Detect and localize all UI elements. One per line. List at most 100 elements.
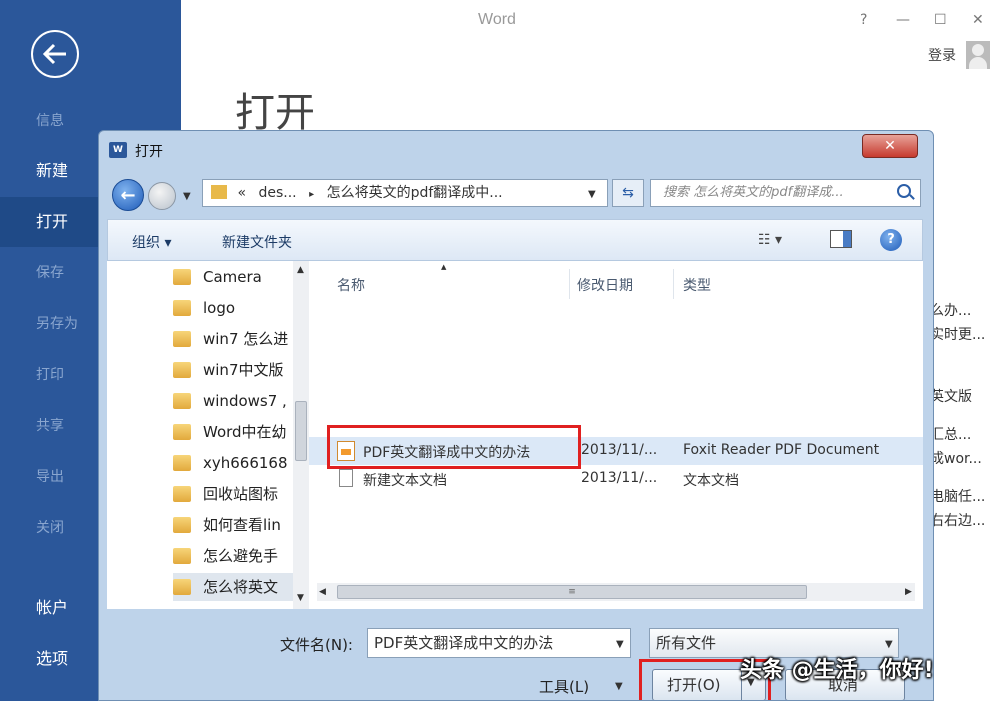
navigation-tree: Camera logo win7 怎么进 win7中文版 windows7 , … [107, 261, 309, 609]
maximize-icon[interactable]: ☐ [934, 12, 947, 28]
folder-icon [173, 300, 191, 316]
tree-folder-label: 回收站图标 [203, 485, 279, 503]
tree-folder-label: 怎么将英文 [203, 578, 279, 596]
file-type: Foxit Reader PDF Document [683, 442, 880, 458]
tree-folder-item[interactable]: logo [173, 294, 293, 322]
breadcrumb-current-folder[interactable]: 怎么将英文的pdf翻译成中... [327, 185, 503, 201]
dialog-close-button[interactable]: ✕ [862, 134, 918, 158]
column-divider[interactable] [569, 269, 570, 299]
folder-icon [173, 269, 191, 285]
folder-icon [173, 424, 191, 440]
tree-folder-label: logo [203, 299, 236, 317]
organize-button[interactable]: 组织 ▾ [132, 232, 171, 252]
app-title: Word [478, 11, 516, 28]
tree-folder-item[interactable]: 怎么避免手 [173, 542, 293, 570]
minimize-icon[interactable]: — [896, 12, 910, 28]
chevron-down-icon[interactable]: ▼ [615, 681, 623, 692]
tree-folder-item-selected[interactable]: 怎么将英文 [173, 573, 293, 601]
tools-button[interactable]: 工具(L) [539, 676, 589, 697]
scroll-down-icon[interactable]: ▼ [297, 593, 304, 603]
tree-folder-item[interactable]: win7中文版 [173, 356, 293, 384]
filename-input[interactable]: PDF英文翻译成中文的办法 [367, 628, 631, 658]
avatar[interactable] [966, 41, 990, 69]
back-arrow-icon[interactable] [31, 30, 79, 78]
chevron-down-icon[interactable]: ▼ [885, 639, 893, 650]
folder-icon [173, 331, 191, 347]
login-link[interactable]: 登录 [928, 45, 956, 65]
file-type: 文本文档 [683, 473, 739, 489]
filename-label: 文件名(N): [280, 636, 353, 654]
folder-icon [173, 486, 191, 502]
chevron-down-icon[interactable]: ▼ [588, 189, 596, 200]
folder-icon [173, 393, 191, 409]
sort-ascending-icon: ▲ [441, 263, 447, 271]
recent-doc-snippet[interactable]: 英文版 [930, 386, 972, 406]
new-folder-button[interactable]: 新建文件夹 [222, 232, 292, 252]
highlight-box [327, 425, 581, 469]
horizontal-scrollbar[interactable]: ≡ [317, 583, 915, 601]
recent-doc-snippet[interactable]: 电脑任... [930, 486, 985, 506]
file-list: 名称 ▲ 修改日期 类型 PDF英文翻译成中文的办法 2013/11/... F… [309, 261, 923, 609]
refresh-icon[interactable]: ⇆ [612, 179, 644, 207]
search-icon[interactable] [897, 184, 911, 198]
search-input[interactable]: 搜索 怎么将英文的pdf翻译成... [650, 179, 921, 207]
address-prefix: « [237, 185, 247, 201]
tree-folder-item[interactable]: Camera [173, 263, 293, 291]
folder-icon [173, 548, 191, 564]
folder-icon [173, 517, 191, 533]
recent-doc-snippet[interactable]: 汇总... [930, 424, 971, 444]
back-arrow-icon[interactable]: ← [112, 179, 144, 211]
chevron-down-icon[interactable]: ▼ [616, 639, 624, 650]
tree-folder-label: xyh666168 [203, 454, 288, 472]
scroll-right-icon[interactable]: ▶ [905, 587, 912, 597]
folder-icon [173, 579, 191, 595]
tree-folder-label: Camera [203, 268, 262, 286]
watermark: 头条 @生活，你好! [740, 658, 934, 683]
text-file-icon [339, 469, 353, 487]
folder-icon [173, 455, 191, 471]
word-app-icon: W [109, 142, 127, 158]
recent-doc-snippet[interactable]: 么办... [930, 300, 971, 320]
tree-folder-item[interactable]: windows7 , [173, 387, 293, 415]
tree-folder-label: windows7 , [203, 392, 287, 410]
tree-folder-item[interactable]: 回收站图标 [173, 480, 293, 508]
tree-folder-label: win7中文版 [203, 361, 284, 379]
open-file-dialog: W 打开 ✕ ← ▼ « des... ▸ 怎么将英文的pdf翻译成中... ▼… [98, 130, 934, 701]
view-options-button[interactable]: ☷ ▾ [758, 232, 782, 248]
breadcrumb-separator[interactable]: ▸ [309, 189, 314, 200]
help-icon[interactable]: ? [880, 229, 902, 251]
scroll-up-icon[interactable]: ▲ [297, 265, 304, 275]
tree-folder-item[interactable]: 如何查看lin [173, 511, 293, 539]
scroll-left-icon[interactable]: ◀ [319, 587, 326, 597]
help-icon[interactable]: ? [860, 12, 867, 28]
address-bar[interactable]: « des... ▸ 怎么将英文的pdf翻译成中... [202, 179, 608, 207]
recent-doc-snippet[interactable]: 成wor... [930, 448, 982, 468]
folder-icon [173, 362, 191, 378]
tree-folder-label: 怎么避免手 [203, 547, 279, 565]
dialog-toolbar: 组织 ▾ 新建文件夹 ☷ ▾ ? [107, 219, 923, 261]
tree-folder-item[interactable]: xyh666168 [173, 449, 293, 477]
file-date: 2013/11/... [581, 442, 658, 458]
dialog-title: 打开 [135, 144, 163, 160]
breadcrumb-desktop[interactable]: des... [258, 185, 296, 201]
preview-pane-icon[interactable] [830, 230, 852, 248]
tree-folder-item[interactable]: win7 怎么进 [173, 325, 293, 353]
tree-folder-label: win7 怎么进 [203, 330, 289, 348]
close-window-icon[interactable]: ✕ [972, 12, 984, 28]
column-header-type[interactable]: 类型 [683, 275, 711, 295]
chevron-down-icon[interactable]: ▼ [183, 191, 191, 202]
tree-scrollbar-thumb[interactable] [295, 401, 307, 461]
forward-arrow-icon[interactable] [148, 182, 176, 210]
recent-doc-snippet[interactable]: 实时更... [930, 324, 985, 344]
column-header-name[interactable]: 名称 [337, 275, 365, 295]
tree-folder-item[interactable]: Word中在幼 [173, 418, 293, 446]
column-divider[interactable] [673, 269, 674, 299]
horizontal-scrollbar-thumb[interactable]: ≡ [337, 585, 807, 599]
tree-folder-label: Word中在幼 [203, 423, 287, 441]
file-date: 2013/11/... [581, 470, 658, 486]
file-name: 新建文本文档 [363, 473, 447, 489]
recent-doc-snippet[interactable]: 右右边... [930, 510, 985, 530]
tree-folder-label: 如何查看lin [203, 516, 281, 534]
file-row[interactable]: 新建文本文档 2013/11/... 文本文档 [309, 465, 923, 493]
column-header-date[interactable]: 修改日期 [577, 275, 633, 295]
